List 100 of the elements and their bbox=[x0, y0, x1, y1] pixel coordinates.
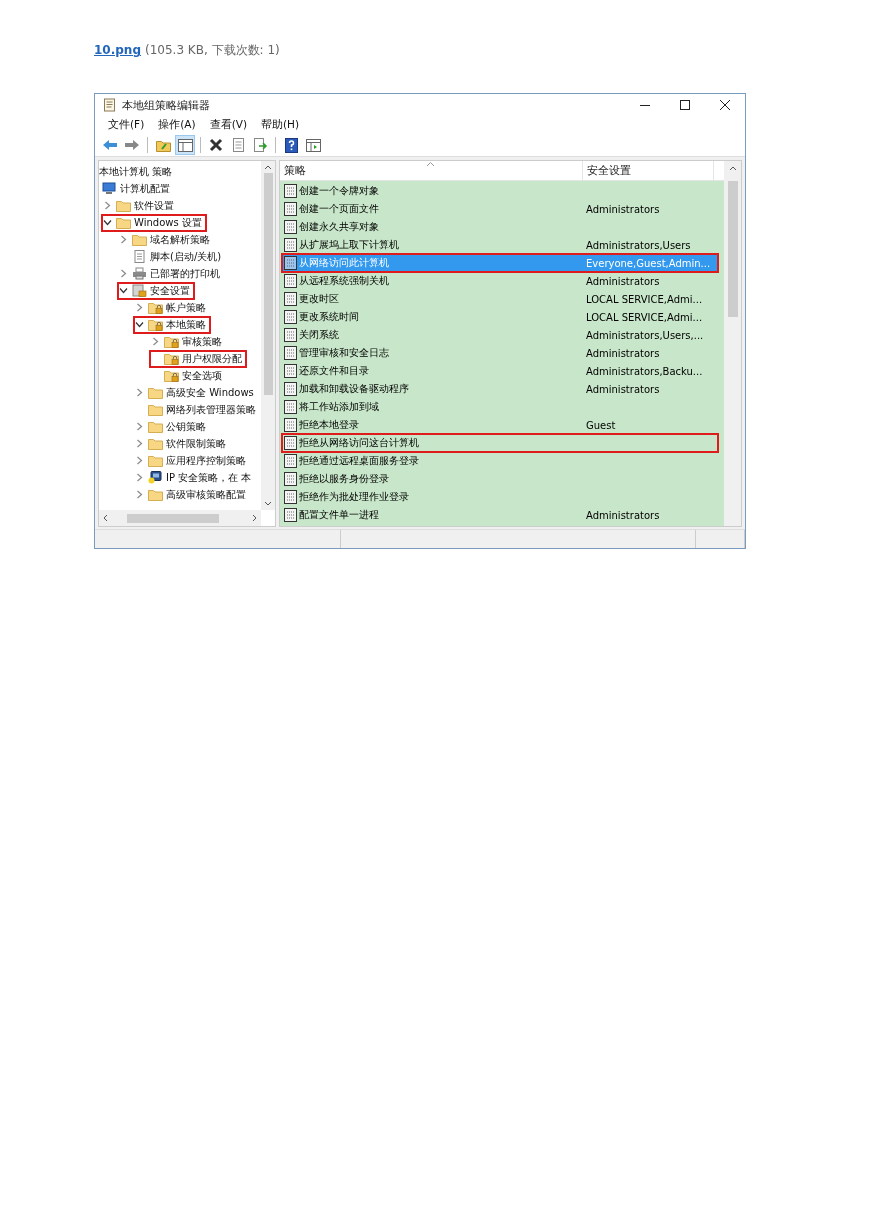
tree-item[interactable]: 脚本(启动/关机) bbox=[118, 248, 226, 265]
chevron-right-icon[interactable] bbox=[134, 302, 145, 313]
folder-icon bbox=[148, 420, 163, 433]
security-setting: LOCAL SERVICE,Admi... bbox=[586, 311, 703, 323]
menu-item[interactable]: 查看(V) bbox=[204, 118, 252, 132]
chevron-right-icon[interactable] bbox=[150, 336, 161, 347]
export-button[interactable] bbox=[251, 136, 269, 154]
vertical-scrollbar[interactable] bbox=[261, 161, 275, 510]
policy-name: 创建永久共享对象 bbox=[299, 220, 379, 234]
right-arrow-icon bbox=[124, 139, 140, 151]
chevron-right-icon[interactable] bbox=[134, 387, 145, 398]
scrollbar-thumb[interactable] bbox=[127, 513, 219, 523]
view-button[interactable] bbox=[304, 136, 322, 154]
policy-icon bbox=[284, 220, 297, 234]
policy-row[interactable]: 拒绝通过远程桌面服务登录 bbox=[282, 452, 714, 470]
chevron-right-icon[interactable] bbox=[134, 455, 145, 466]
policy-name: 拒绝以服务身份登录 bbox=[299, 472, 389, 486]
policy-name: 拒绝从网络访问这台计算机 bbox=[299, 436, 419, 450]
policy-row[interactable]: 从远程系统强制关机 Administrators bbox=[282, 272, 714, 290]
policy-icon bbox=[284, 400, 297, 414]
tree-item[interactable]: 安全设置 bbox=[118, 282, 194, 299]
policy-row[interactable]: 拒绝本地登录 Guest bbox=[282, 416, 714, 434]
policy-name: 更改系统时间 bbox=[299, 310, 359, 324]
tree-item[interactable]: 审核策略 bbox=[150, 333, 226, 350]
policy-name: 更改时区 bbox=[299, 292, 339, 306]
policy-name: 从远程系统强制关机 bbox=[299, 274, 389, 288]
tree-item[interactable]: 公钥策略 bbox=[134, 418, 210, 435]
policy-row[interactable]: 加载和卸载设备驱动程序 Administrators bbox=[282, 380, 714, 398]
chevron-right-icon[interactable] bbox=[118, 234, 129, 245]
security-setting: Everyone,Guest,Admin... bbox=[586, 257, 711, 269]
policy-icon bbox=[284, 202, 297, 216]
policy-name: 从扩展坞上取下计算机 bbox=[299, 238, 399, 252]
chevron-down-icon[interactable] bbox=[134, 319, 145, 330]
policy-name: 还原文件和目录 bbox=[299, 364, 369, 378]
tree-item[interactable]: 本地计算机 策略 bbox=[99, 163, 177, 180]
policy-row[interactable]: 创建永久共享对象 bbox=[282, 218, 714, 236]
policy-row[interactable]: 将工作站添加到域 bbox=[282, 398, 714, 416]
column-header[interactable]: 安全设置 bbox=[583, 161, 714, 180]
chevron-down-icon[interactable] bbox=[102, 217, 113, 228]
tree-item[interactable]: 应用程序控制策略 bbox=[134, 452, 250, 469]
tree-item[interactable]: 高级审核策略配置 bbox=[134, 486, 250, 503]
tree-item[interactable]: 本地策略 bbox=[134, 316, 210, 333]
security-setting: Administrators,Users bbox=[586, 239, 691, 251]
menu-item[interactable]: 帮助(H) bbox=[256, 118, 305, 132]
security-setting: Administrators bbox=[586, 383, 660, 395]
policy-name: 配置文件单一进程 bbox=[299, 508, 379, 522]
file-info: (105.3 KB, 下载次数: 1) bbox=[145, 42, 280, 59]
policy-row[interactable]: 创建一个令牌对象 bbox=[282, 182, 714, 200]
chevron-right-icon[interactable] bbox=[134, 421, 145, 432]
tree-item[interactable]: 已部署的打印机 bbox=[118, 265, 224, 282]
security-setting: Administrators bbox=[586, 347, 660, 359]
policy-row[interactable]: 拒绝作为批处理作业登录 bbox=[282, 488, 714, 506]
policy-row[interactable]: 拒绝以服务身份登录 bbox=[282, 470, 714, 488]
policy-row[interactable]: 更改时区 LOCAL SERVICE,Admi... bbox=[282, 290, 714, 308]
policy-row[interactable]: 配置文件单一进程 Administrators bbox=[282, 506, 714, 524]
close-icon bbox=[720, 100, 730, 110]
security-setting: Administrators,Backu... bbox=[586, 365, 703, 377]
security-setting: Administrators bbox=[586, 203, 660, 215]
tree-toggle-button[interactable] bbox=[176, 136, 194, 154]
security-setting: LOCAL SERVICE,Admi... bbox=[586, 293, 703, 305]
chevron-right-icon[interactable] bbox=[118, 268, 129, 279]
chevron-right-icon[interactable] bbox=[134, 472, 145, 483]
scrollbar-thumb[interactable] bbox=[727, 181, 738, 317]
policy-icon bbox=[284, 418, 297, 432]
policy-name: 加载和卸载设备驱动程序 bbox=[299, 382, 409, 396]
tree-item[interactable]: 帐户策略 bbox=[134, 299, 210, 316]
policy-name: 管理审核和安全日志 bbox=[299, 346, 389, 360]
policy-icon bbox=[284, 310, 297, 324]
menu-item[interactable]: 操作(A) bbox=[153, 118, 201, 132]
tree-item[interactable]: 高级安全 Windows bbox=[134, 384, 258, 401]
policy-row[interactable]: 还原文件和目录 Administrators,Backu... bbox=[282, 362, 714, 380]
chevron-down-icon[interactable] bbox=[118, 285, 129, 296]
vertical-scrollbar[interactable] bbox=[724, 161, 741, 526]
policy-icon bbox=[284, 382, 297, 396]
policy-row[interactable]: 创建一个页面文件 Administrators bbox=[282, 200, 714, 218]
column-header[interactable]: 策略 bbox=[280, 161, 583, 180]
tree-item[interactable]: Windows 设置 bbox=[102, 214, 206, 231]
tree-item[interactable]: 用户权限分配 bbox=[150, 350, 246, 367]
tree-item[interactable]: 软件限制策略 bbox=[134, 435, 230, 452]
tree-item[interactable]: 安全选项 bbox=[150, 367, 226, 384]
policy-row[interactable]: 关闭系统 Administrators,Users,... bbox=[282, 326, 714, 344]
tree-item[interactable]: 软件设置 bbox=[102, 197, 178, 214]
tree-item[interactable]: IP 安全策略，在 本 bbox=[134, 469, 256, 486]
horizontal-scrollbar[interactable] bbox=[99, 510, 261, 526]
policy-row[interactable]: 从扩展坞上取下计算机 Administrators,Users bbox=[282, 236, 714, 254]
menu-item[interactable]: 文件(F) bbox=[103, 118, 150, 132]
tree-item[interactable]: 网络列表管理器策略 bbox=[134, 401, 260, 418]
help-button[interactable] bbox=[282, 136, 300, 154]
computer-icon bbox=[148, 471, 163, 484]
chevron-right-icon[interactable] bbox=[134, 438, 145, 449]
tree-item[interactable]: 域名解析策略 bbox=[118, 231, 214, 248]
file-link[interactable]: 10.png bbox=[94, 43, 141, 57]
delete-button[interactable] bbox=[207, 136, 225, 154]
policy-row[interactable]: 拒绝从网络访问这台计算机 bbox=[282, 434, 718, 452]
chevron-right-icon[interactable] bbox=[102, 200, 113, 211]
scrollbar-thumb[interactable] bbox=[263, 173, 273, 395]
tree-item[interactable]: 计算机配置 bbox=[102, 180, 174, 197]
policy-row[interactable]: 更改系统时间 LOCAL SERVICE,Admi... bbox=[282, 308, 714, 326]
policy-row[interactable]: 管理审核和安全日志 Administrators bbox=[282, 344, 714, 362]
chevron-right-icon[interactable] bbox=[134, 489, 145, 500]
